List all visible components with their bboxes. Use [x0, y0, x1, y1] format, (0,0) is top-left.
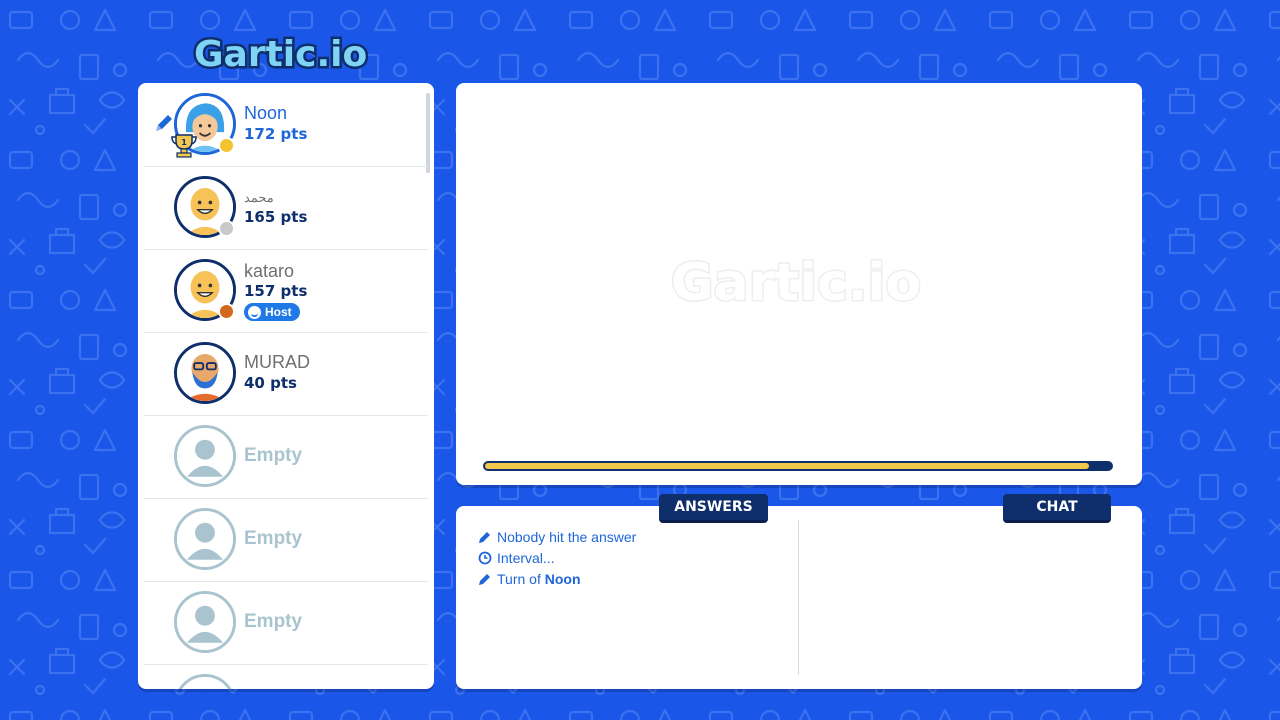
svg-text:Gartic.io: Gartic.io [194, 34, 367, 75]
player-row[interactable]: kataro 157 pts Host [144, 249, 428, 333]
empty-avatar-icon [174, 674, 236, 689]
trophy-icon: 1 [171, 134, 197, 158]
empty-slot-label: Empty [244, 611, 303, 632]
empty-avatar-icon [174, 591, 236, 653]
status-dot [218, 303, 235, 320]
answer-text: Interval... [497, 549, 555, 566]
empty-slot-partial[interactable] [144, 664, 428, 689]
turn-prefix: Turn of [497, 570, 545, 587]
player-row[interactable]: 1 Noon 172 pts [144, 83, 428, 167]
answers-list: Nobody hit the answer Interval... Turn o… [478, 526, 788, 589]
host-badge: Host [244, 303, 300, 321]
answer-text: Nobody hit the answer [497, 528, 637, 545]
player-points: 40 pts [244, 374, 297, 392]
status-dot [218, 137, 235, 154]
host-crown-icon [248, 305, 261, 319]
answer-message: Interval... [478, 547, 788, 568]
empty-slot[interactable]: Empty [144, 581, 428, 665]
svg-text:1: 1 [181, 138, 187, 147]
player-name: kataro [244, 261, 295, 281]
host-badge-label: Host [265, 305, 292, 319]
player-list[interactable]: 1 Noon 172 pts محمد 165 pts kataro 157 p… [138, 83, 434, 689]
answers-chat-panel: ANSWERS CHAT Nobody hit the answer Inter… [456, 494, 1142, 689]
tab-answers[interactable]: ANSWERS [659, 494, 768, 523]
player-row[interactable]: محمد 165 pts [144, 166, 428, 250]
player-name: محمد [244, 190, 274, 205]
round-timer-fill [485, 463, 1089, 469]
player-name: MURAD [244, 352, 310, 372]
empty-slot-label: Empty [244, 528, 303, 549]
tab-chat[interactable]: CHAT [1003, 494, 1111, 523]
gartic-logo: Gartic.io [190, 28, 390, 78]
answer-text: Turn of Noon [497, 571, 581, 587]
player-points: 157 pts [244, 282, 308, 300]
empty-slot-label: Empty [244, 445, 303, 466]
player-points: 172 pts [244, 125, 308, 143]
empty-slot[interactable]: Empty [144, 415, 428, 499]
panel-divider [798, 520, 799, 675]
player-row[interactable]: MURAD 40 pts [144, 332, 428, 416]
status-dot [218, 220, 235, 237]
clock-icon [478, 551, 492, 564]
round-timer-bar [483, 461, 1113, 471]
canvas-watermark-logo: Gartic.io [669, 252, 922, 315]
avatar [174, 342, 236, 404]
answer-message: Turn of Noon [478, 568, 788, 589]
empty-avatar-icon [174, 508, 236, 570]
answer-message: Nobody hit the answer [478, 526, 788, 547]
pencil-icon [479, 531, 490, 543]
empty-slot[interactable]: Empty [144, 498, 428, 582]
player-points: 165 pts [244, 208, 308, 226]
svg-text:Gartic.io: Gartic.io [671, 253, 921, 313]
turn-player-name: Noon [544, 570, 581, 587]
empty-avatar-icon [174, 425, 236, 487]
drawing-canvas[interactable]: Gartic.io [456, 83, 1142, 485]
pencil-icon [479, 573, 490, 585]
player-name: Noon [244, 103, 288, 123]
